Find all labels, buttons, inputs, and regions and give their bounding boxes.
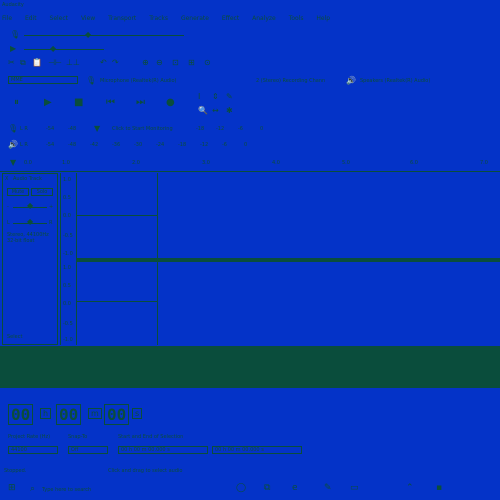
- host-select[interactable]: MME: [8, 76, 78, 84]
- pause-button[interactable]: ⏸: [14, 98, 19, 108]
- menu-tracks[interactable]: Tracks: [149, 15, 168, 22]
- fit-selection-icon[interactable]: ⊡: [172, 58, 179, 68]
- microphone-icon: 🎙: [86, 76, 97, 85]
- title-bar: Audacity: [0, 2, 500, 10]
- status-bar: Stopped. Click and drag to select audio: [4, 468, 498, 476]
- menu-select[interactable]: Select: [50, 15, 69, 22]
- speaker-icon: 🔊: [346, 76, 356, 85]
- selection-tool-icon[interactable]: I: [198, 92, 200, 102]
- microphone-icon: 🎙: [8, 124, 19, 133]
- zoom-toggle-icon[interactable]: ⊙: [204, 58, 211, 68]
- copy-icon[interactable]: ⧉: [20, 58, 26, 68]
- transport-toolbar: ⏸ ▶ ■ ⏮ ⏭ ●: [14, 98, 194, 114]
- trim-icon[interactable]: ⊣⊢: [48, 58, 62, 68]
- fit-project-icon[interactable]: ⊞: [188, 58, 195, 68]
- recording-volume-slider[interactable]: 🎙 ◆: [10, 30, 185, 40]
- selection-start-field[interactable]: 00 h 00 m 00.000 s: [118, 446, 208, 454]
- taskbar-search-input[interactable]: Type here to search: [42, 487, 91, 493]
- timeshift-tool-icon[interactable]: ↔: [212, 106, 219, 116]
- monitor-icon: ▼: [94, 124, 101, 133]
- zoom-out-icon[interactable]: ⊖: [156, 58, 163, 68]
- edge-icon[interactable]: e: [292, 483, 298, 493]
- tools-palette: I ⇕ ✎ 🔍 ↔ ✱: [198, 92, 248, 120]
- paste-icon[interactable]: 📋: [32, 58, 42, 68]
- snap-to-label: Snap-To: [68, 434, 88, 440]
- device-toolbar: MME 🎙 Microphone (Realtek(R) Audio) 2 (S…: [8, 76, 498, 86]
- speaker-icon: 🔊: [8, 140, 18, 149]
- snap-to-select[interactable]: Off: [68, 446, 108, 454]
- empty-track-space[interactable]: [0, 346, 500, 388]
- edit-toolbar: ✂ ⧉ 📋 ⊣⊢ ⊥⊥ ↶ ↷ ⊕ ⊖ ⊡ ⊞ ⊙: [8, 58, 218, 72]
- microphone-icon: 🎙: [10, 30, 21, 39]
- undo-icon[interactable]: ↶: [100, 58, 107, 68]
- track-control-panel: X Audio Track Mute Solo - ◆ + L ◆ R Ster…: [2, 173, 58, 345]
- notification-arrow-icon[interactable]: ⌃: [406, 483, 414, 493]
- record-button[interactable]: ●: [166, 98, 175, 108]
- play-at-speed-icon[interactable]: ▶: [10, 44, 16, 54]
- time-display[interactable]: 00 h 00 m 00 s: [8, 404, 148, 426]
- track-info: Stereo, 44100Hz 32-bit float: [7, 232, 49, 244]
- cut-icon[interactable]: ✂: [8, 58, 15, 68]
- multi-tool-icon[interactable]: ✱: [226, 106, 233, 116]
- menu-bar: File Edit Select View Transport Tracks G…: [2, 15, 500, 23]
- amplitude-scale: 1.0 0.5 0.0 -0.5 -1.0 1.0 0.5 0.0 -0.5 -…: [63, 177, 73, 343]
- app-title: Audacity: [2, 2, 24, 8]
- menu-analyze[interactable]: Analyze: [252, 15, 276, 22]
- menu-effect[interactable]: Effect: [222, 15, 239, 22]
- skip-end-button[interactable]: ⏭: [136, 98, 145, 108]
- monitor-hint[interactable]: Click to Start Monitoring: [112, 126, 173, 132]
- pin-playhead-icon[interactable]: ▼: [10, 158, 16, 168]
- taskbar: ⊞ ⌕ Type here to search ◯ ⧉ e ✎ ▭ ⌃ ▪: [0, 478, 500, 500]
- mute-button[interactable]: Mute: [7, 188, 29, 196]
- draw-tool-icon[interactable]: ✎: [226, 92, 233, 102]
- skip-start-button[interactable]: ⏮: [106, 98, 115, 108]
- project-rate-label: Project Rate (Hz): [8, 434, 51, 440]
- menu-edit[interactable]: Edit: [25, 15, 37, 22]
- zoom-tool-icon[interactable]: 🔍: [198, 106, 208, 116]
- slider-thumb[interactable]: ◆: [50, 44, 56, 54]
- channels-select[interactable]: 2 (Stereo) Recording Chann: [256, 78, 325, 84]
- redo-icon[interactable]: ↷: [112, 58, 119, 68]
- playback-meter[interactable]: 🔊 L R -54 -48 -42 -36 -30 -24 -18 -12 -6…: [8, 140, 268, 152]
- tool-icon[interactable]: ✎: [324, 483, 332, 493]
- solo-button[interactable]: Solo: [31, 188, 53, 196]
- playback-speed-slider[interactable]: ▶ ◆: [10, 44, 105, 54]
- menu-help[interactable]: Help: [316, 15, 330, 22]
- menu-transport[interactable]: Transport: [108, 15, 136, 22]
- timeline-ruler[interactable]: ▼ 0.0 1.0 2.0 3.0 4.0 5.0 6.0 7.0: [0, 156, 500, 170]
- waveform-area[interactable]: [77, 173, 500, 345]
- search-icon: ⌕: [30, 484, 36, 494]
- action-center-icon[interactable]: ▪: [436, 483, 442, 493]
- status-state: Stopped.: [4, 468, 27, 474]
- status-hint: Click and drag to select audio: [108, 468, 183, 474]
- folder-icon[interactable]: ▭: [350, 483, 359, 493]
- selection-toolbar: Project Rate (Hz) Snap-To Start and End …: [8, 432, 308, 462]
- play-button[interactable]: ▶: [44, 98, 52, 108]
- stop-button[interactable]: ■: [74, 98, 83, 108]
- zoom-in-icon[interactable]: ⊕: [142, 58, 149, 68]
- mic-select[interactable]: Microphone (Realtek(R) Audio): [100, 78, 176, 84]
- select-button[interactable]: Select: [7, 334, 22, 340]
- cortana-icon[interactable]: ◯: [236, 483, 246, 493]
- task-view-icon[interactable]: ⧉: [264, 483, 270, 493]
- envelope-tool-icon[interactable]: ⇕: [212, 92, 219, 102]
- menu-tools[interactable]: Tools: [289, 15, 304, 22]
- windows-start-icon[interactable]: ⊞: [8, 483, 16, 493]
- project-rate-select[interactable]: 44100: [8, 446, 58, 454]
- track-close-button[interactable]: X: [5, 176, 8, 182]
- gain-slider[interactable]: ◆: [27, 201, 33, 211]
- selection-label: Start and End of Selection: [118, 434, 184, 440]
- menu-generate[interactable]: Generate: [181, 15, 209, 22]
- menu-view[interactable]: View: [81, 15, 95, 22]
- silence-icon[interactable]: ⊥⊥: [66, 58, 80, 68]
- menu-file[interactable]: File: [2, 15, 12, 22]
- speaker-select[interactable]: Speakers (Realtek(R) Audio): [360, 78, 430, 84]
- track-name-menu[interactable]: Audio Track: [13, 176, 42, 182]
- record-meter[interactable]: 🎙 L R -54 -48 ▼ Click to Start Monitorin…: [8, 124, 268, 136]
- slider-thumb[interactable]: ◆: [85, 30, 91, 40]
- pan-slider[interactable]: ◆: [27, 217, 33, 227]
- selection-end-field[interactable]: 00 h 00 m 00.000 s: [212, 446, 302, 454]
